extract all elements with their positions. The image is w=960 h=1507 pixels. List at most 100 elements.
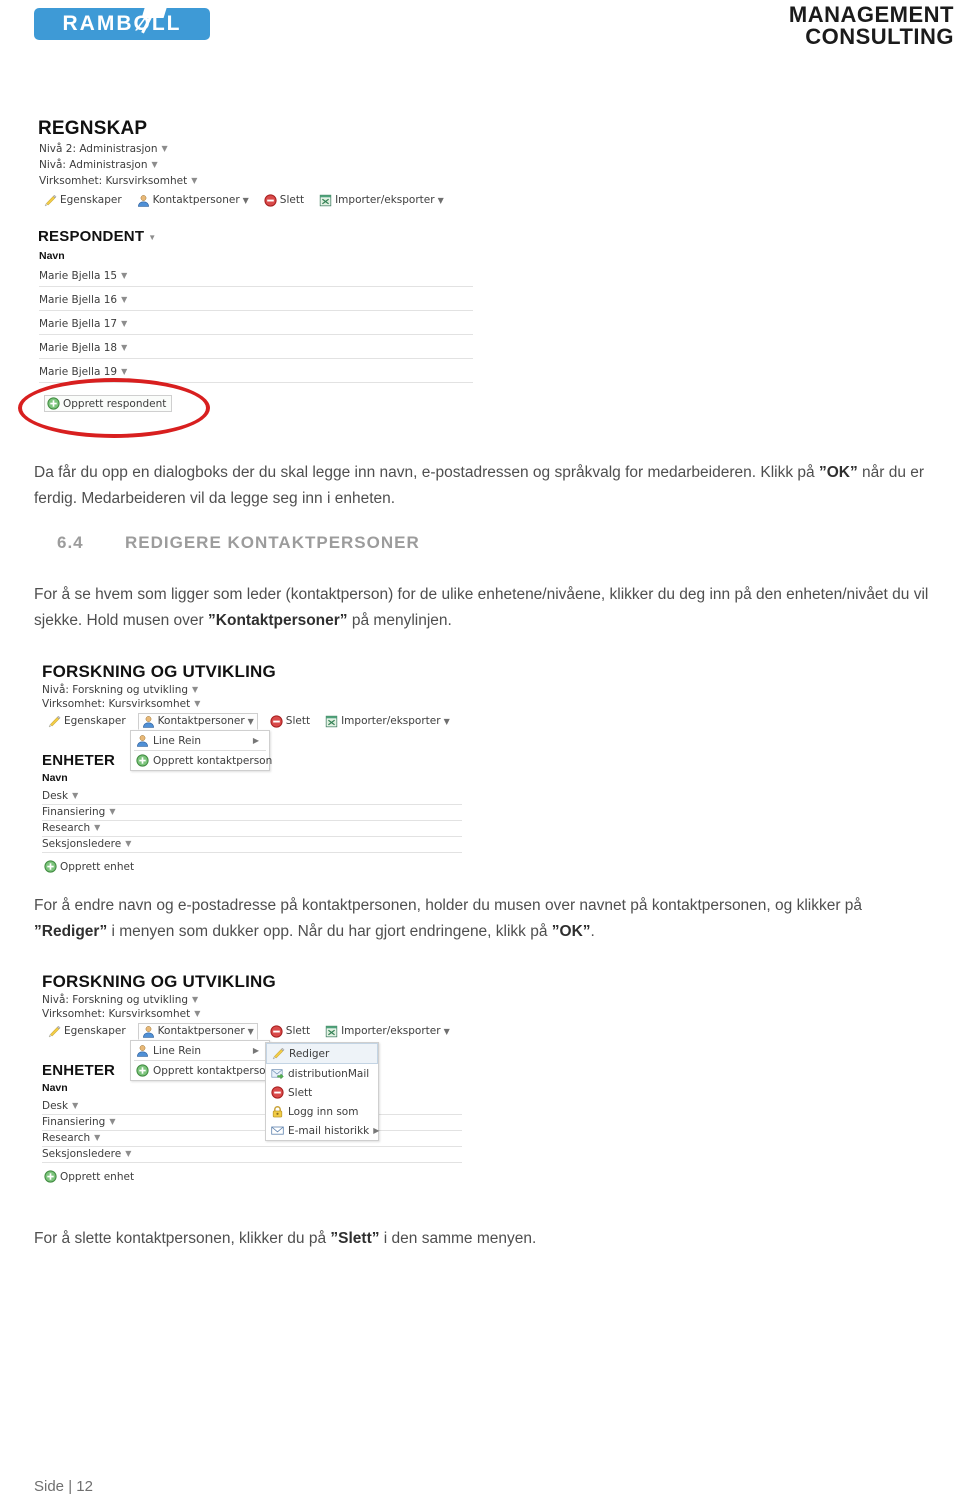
chevron-down-icon[interactable]: ▼ <box>192 685 198 694</box>
submenu-item-slett[interactable]: Slett <box>266 1083 378 1102</box>
chevron-down-icon[interactable]: ▼ <box>191 176 197 185</box>
dropdown-item-person[interactable]: Line Rein ▶ <box>131 1041 269 1060</box>
dropdown-item-person-label: Line Rein <box>153 1044 202 1057</box>
chevron-down-icon[interactable]: ▼ <box>151 160 157 169</box>
table-row[interactable]: Finansiering ▼ <box>42 804 462 821</box>
add-circle-icon <box>136 1064 149 1077</box>
dropdown-item-create-contact-label: Opprett kontaktperson <box>153 1064 273 1077</box>
menu-item-slett[interactable]: Slett <box>267 1023 313 1040</box>
paragraph-edit-contact-quote-rediger: ”Rediger” <box>34 923 108 940</box>
table-row[interactable]: Marie Bjella 16 ▼ <box>39 290 473 311</box>
submenu-item-distributionmail[interactable]: distributionMail <box>266 1064 378 1083</box>
submenu-item-rediger[interactable]: Rediger <box>266 1043 378 1064</box>
chevron-down-icon[interactable]: ▼ <box>192 995 198 1004</box>
chevron-down-icon[interactable]: ▼ <box>109 807 115 816</box>
row-label: Seksjonsledere <box>42 1148 122 1160</box>
create-respondent-button[interactable]: Opprett respondent <box>44 395 173 412</box>
submenu-item-email-historikk[interactable]: E-mail historikk ▶ <box>266 1121 379 1140</box>
toolbar: Egenskaper Kontaktpersoner ▼ Slett Impor… <box>41 192 447 209</box>
breadcrumb-level2[interactable]: Nivå 2: Administrasjon ▼ <box>39 142 168 156</box>
breadcrumb-company[interactable]: Virksomhet: Kursvirksomhet ▼ <box>39 174 197 188</box>
add-circle-icon <box>47 397 60 410</box>
table-row[interactable]: Seksjonsledere ▼ <box>42 1146 462 1163</box>
section-title-respondent-label: RESPONDENT <box>38 228 145 245</box>
menu-item-kontaktpersoner[interactable]: Kontaktpersoner ▼ <box>137 1023 258 1040</box>
create-enhet-label: Opprett enhet <box>60 1170 135 1183</box>
menu-item-egenskaper-label: Egenskaper <box>60 194 122 206</box>
breadcrumb-level[interactable]: Nivå: Administrasjon ▼ <box>39 158 158 172</box>
delete-icon <box>271 1086 284 1099</box>
chevron-down-icon[interactable]: ▼ <box>94 823 100 832</box>
submenu-item-logg-inn-som[interactable]: Logg inn som <box>266 1102 378 1121</box>
breadcrumb-level[interactable]: Nivå: Forskning og utvikling ▼ <box>42 993 198 1007</box>
chevron-down-icon[interactable]: ▼ <box>194 699 200 708</box>
chevron-down-icon[interactable]: ▼ <box>125 839 131 848</box>
table-row[interactable]: Marie Bjella 18 ▼ <box>39 338 473 359</box>
row-label: Marie Bjella 15 <box>39 270 118 282</box>
menu-item-kontaktpersoner[interactable]: Kontaktpersoner ▼ <box>137 713 258 730</box>
chevron-down-icon[interactable]: ▼ <box>248 1025 254 1038</box>
breadcrumb-level[interactable]: Nivå: Forskning og utvikling ▼ <box>42 683 198 697</box>
table-row[interactable]: Desk ▼ <box>42 788 462 805</box>
create-enhet-label: Opprett enhet <box>60 860 135 873</box>
table-row[interactable]: Marie Bjella 19 ▼ <box>39 362 473 383</box>
menu-item-importer-eksporter[interactable]: Importer/eksporter ▼ <box>316 192 447 209</box>
chevron-down-icon[interactable]: ▼ <box>121 271 127 280</box>
chevron-down-icon[interactable]: ▼ <box>194 1009 200 1018</box>
table-row[interactable]: Desk ▼ <box>42 1098 462 1115</box>
menu-item-kontaktpersoner-label: Kontaktpersoner <box>157 1025 245 1037</box>
chevron-down-icon[interactable]: ▼ <box>121 319 127 328</box>
row-label: Finansiering <box>42 806 106 818</box>
paragraph-view-contacts-quote: ”Kontaktpersoner” <box>208 612 348 629</box>
paragraph-view-contacts: For å se hvem som ligger som leder (kont… <box>34 582 932 634</box>
table-row[interactable]: Research ▼ <box>42 1130 462 1147</box>
chevron-down-icon[interactable]: ▼ <box>72 791 78 800</box>
breadcrumb-level2-label: Nivå 2: Administrasjon <box>39 143 158 155</box>
chevron-down-icon[interactable]: ▼ <box>148 233 156 242</box>
breadcrumb-company[interactable]: Virksomhet: Kursvirksomhet ▼ <box>42 1007 200 1021</box>
create-enhet-button[interactable]: Opprett enhet <box>44 1170 134 1183</box>
chevron-down-icon[interactable]: ▼ <box>248 715 254 728</box>
dropdown-item-create-contact[interactable]: Opprett kontaktperson <box>131 1061 273 1080</box>
menu-item-slett[interactable]: Slett <box>261 192 307 209</box>
chevron-down-icon[interactable]: ▼ <box>125 1149 131 1158</box>
menu-item-importer-eksporter[interactable]: Importer/eksporter ▼ <box>322 1023 453 1040</box>
menu-item-importer-eksporter[interactable]: Importer/eksporter ▼ <box>322 713 453 730</box>
chevron-down-icon[interactable]: ▼ <box>94 1133 100 1142</box>
app-title: FORSKNING OG UTVIKLING <box>42 972 276 991</box>
dropdown-item-person[interactable]: Line Rein ▶ <box>131 731 269 750</box>
chevron-right-icon[interactable]: ▶ <box>235 736 259 745</box>
menu-item-kontaktpersoner[interactable]: Kontaktpersoner ▼ <box>134 192 252 209</box>
table-row[interactable]: Research ▼ <box>42 820 462 837</box>
menu-item-egenskaper[interactable]: Egenskaper <box>45 1023 129 1040</box>
menu-item-egenskaper[interactable]: Egenskaper <box>41 192 125 209</box>
chevron-down-icon[interactable]: ▼ <box>444 1025 450 1038</box>
chevron-down-icon[interactable]: ▼ <box>444 715 450 728</box>
chevron-down-icon[interactable]: ▼ <box>438 194 444 207</box>
table-row[interactable]: Finansiering ▼ <box>42 1114 462 1131</box>
chevron-down-icon[interactable]: ▼ <box>162 144 168 153</box>
breadcrumb-company[interactable]: Virksomhet: Kursvirksomhet ▼ <box>42 697 200 711</box>
add-circle-icon <box>44 860 57 873</box>
excel-icon <box>325 1025 338 1038</box>
delete-icon <box>264 194 277 207</box>
create-enhet-button[interactable]: Opprett enhet <box>44 860 134 873</box>
menu-item-slett[interactable]: Slett <box>267 713 313 730</box>
menu-item-egenskaper[interactable]: Egenskaper <box>45 713 129 730</box>
menu-item-importer-eksporter-label: Importer/eksporter <box>341 1025 441 1037</box>
pencil-icon <box>272 1047 285 1060</box>
chevron-down-icon[interactable]: ▼ <box>109 1117 115 1126</box>
chevron-down-icon[interactable]: ▼ <box>121 343 127 352</box>
table-row[interactable]: Seksjonsledere ▼ <box>42 836 462 853</box>
chevron-down-icon[interactable]: ▼ <box>121 295 127 304</box>
table-row[interactable]: Marie Bjella 15 ▼ <box>39 266 473 287</box>
chevron-right-icon[interactable]: ▶ <box>235 1046 259 1055</box>
chevron-right-icon[interactable]: ▶ <box>369 1126 379 1135</box>
pencil-icon <box>48 1025 61 1038</box>
chevron-down-icon[interactable]: ▼ <box>243 194 249 207</box>
dropdown-item-create-contact[interactable]: Opprett kontaktperson <box>131 751 272 770</box>
chevron-down-icon[interactable]: ▼ <box>72 1101 78 1110</box>
table-row[interactable]: Marie Bjella 17 ▼ <box>39 314 473 335</box>
contact-person-icon <box>137 194 150 207</box>
chevron-down-icon[interactable]: ▼ <box>121 367 127 376</box>
